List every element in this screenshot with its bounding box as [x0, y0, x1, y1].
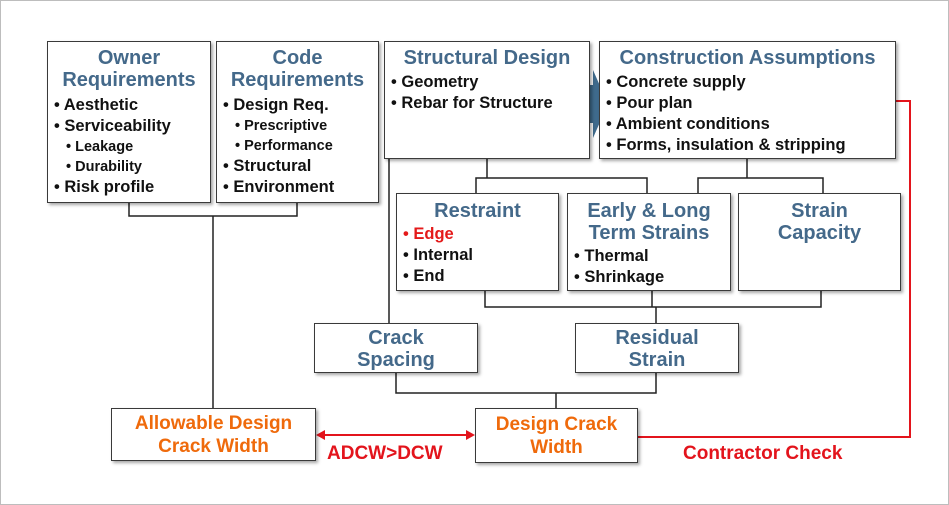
owner-requirements-box: Owner Requirements AestheticServiceabili…: [47, 41, 211, 203]
compare-arrow: [316, 430, 475, 440]
list-item: Thermal: [574, 246, 730, 267]
list-item: End: [403, 266, 558, 287]
restraint-box: Restraint EdgeInternalEnd: [396, 193, 559, 291]
strains-bracket: [484, 291, 822, 323]
owner-code-bracket: [128, 203, 298, 408]
code-requirements-box: Code Requirements Design Req.Prescriptiv…: [216, 41, 379, 203]
construction-title: Construction Assumptions: [619, 47, 876, 69]
strains-box: Early & Long Term Strains ThermalShrinka…: [567, 193, 731, 291]
list-item: Performance: [223, 136, 378, 156]
list-item: Leakage: [54, 137, 210, 157]
strains-title: Early & Long Term Strains: [587, 200, 711, 244]
structural-bracket: [475, 159, 648, 193]
list-item: Geometry: [391, 72, 589, 93]
list-item: Ambient conditions: [606, 114, 895, 135]
allowable-crack-width-box: Allowable Design Crack Width: [111, 408, 316, 461]
capacity-title: Strain Capacity: [777, 200, 862, 244]
list-item: Serviceability: [54, 116, 210, 137]
list-item: Aesthetic: [54, 95, 210, 116]
code-title: Code Requirements: [230, 47, 365, 91]
compare-label: ADCW>DCW: [327, 443, 443, 464]
design-title: Design Crack Width: [495, 414, 618, 458]
list-item: Durability: [54, 157, 210, 177]
diagram: Owner Requirements AestheticServiceabili…: [0, 0, 949, 505]
contractor-check-label: Contractor Check: [683, 443, 843, 464]
residual-strain-box: Residual Strain: [575, 323, 739, 373]
list-item: Edge: [403, 224, 558, 245]
list-item: Structural: [223, 156, 378, 177]
restraint-title: Restraint: [434, 200, 521, 222]
design-crack-width-box: Design Crack Width: [475, 408, 638, 463]
residual-title: Residual Strain: [615, 327, 699, 371]
allowable-title: Allowable Design Crack Width: [134, 413, 293, 457]
construction-assumptions-box: Construction Assumptions Concrete supply…: [599, 41, 896, 159]
crack-spacing-box: Crack Spacing: [314, 323, 478, 373]
strain-capacity-box: Strain Capacity: [738, 193, 901, 291]
bottom-bracket: [395, 373, 657, 408]
list-item: Concrete supply: [606, 72, 895, 93]
list-item: Forms, insulation & stripping: [606, 135, 895, 156]
list-item: Risk profile: [54, 177, 210, 198]
list-item: Pour plan: [606, 93, 895, 114]
structural-title: Structural Design: [403, 47, 571, 69]
spacing-title: Crack Spacing: [357, 327, 435, 371]
list-item: Rebar for Structure: [391, 93, 589, 114]
structural-design-box: Structural Design GeometryRebar for Stru…: [384, 41, 590, 159]
list-item: Internal: [403, 245, 558, 266]
owner-title: Owner Requirements: [62, 47, 196, 91]
list-item: Environment: [223, 177, 378, 198]
list-item: Prescriptive: [223, 116, 378, 136]
list-item: Shrinkage: [574, 267, 730, 288]
construction-bracket: [697, 159, 824, 193]
list-item: Design Req.: [223, 95, 378, 116]
